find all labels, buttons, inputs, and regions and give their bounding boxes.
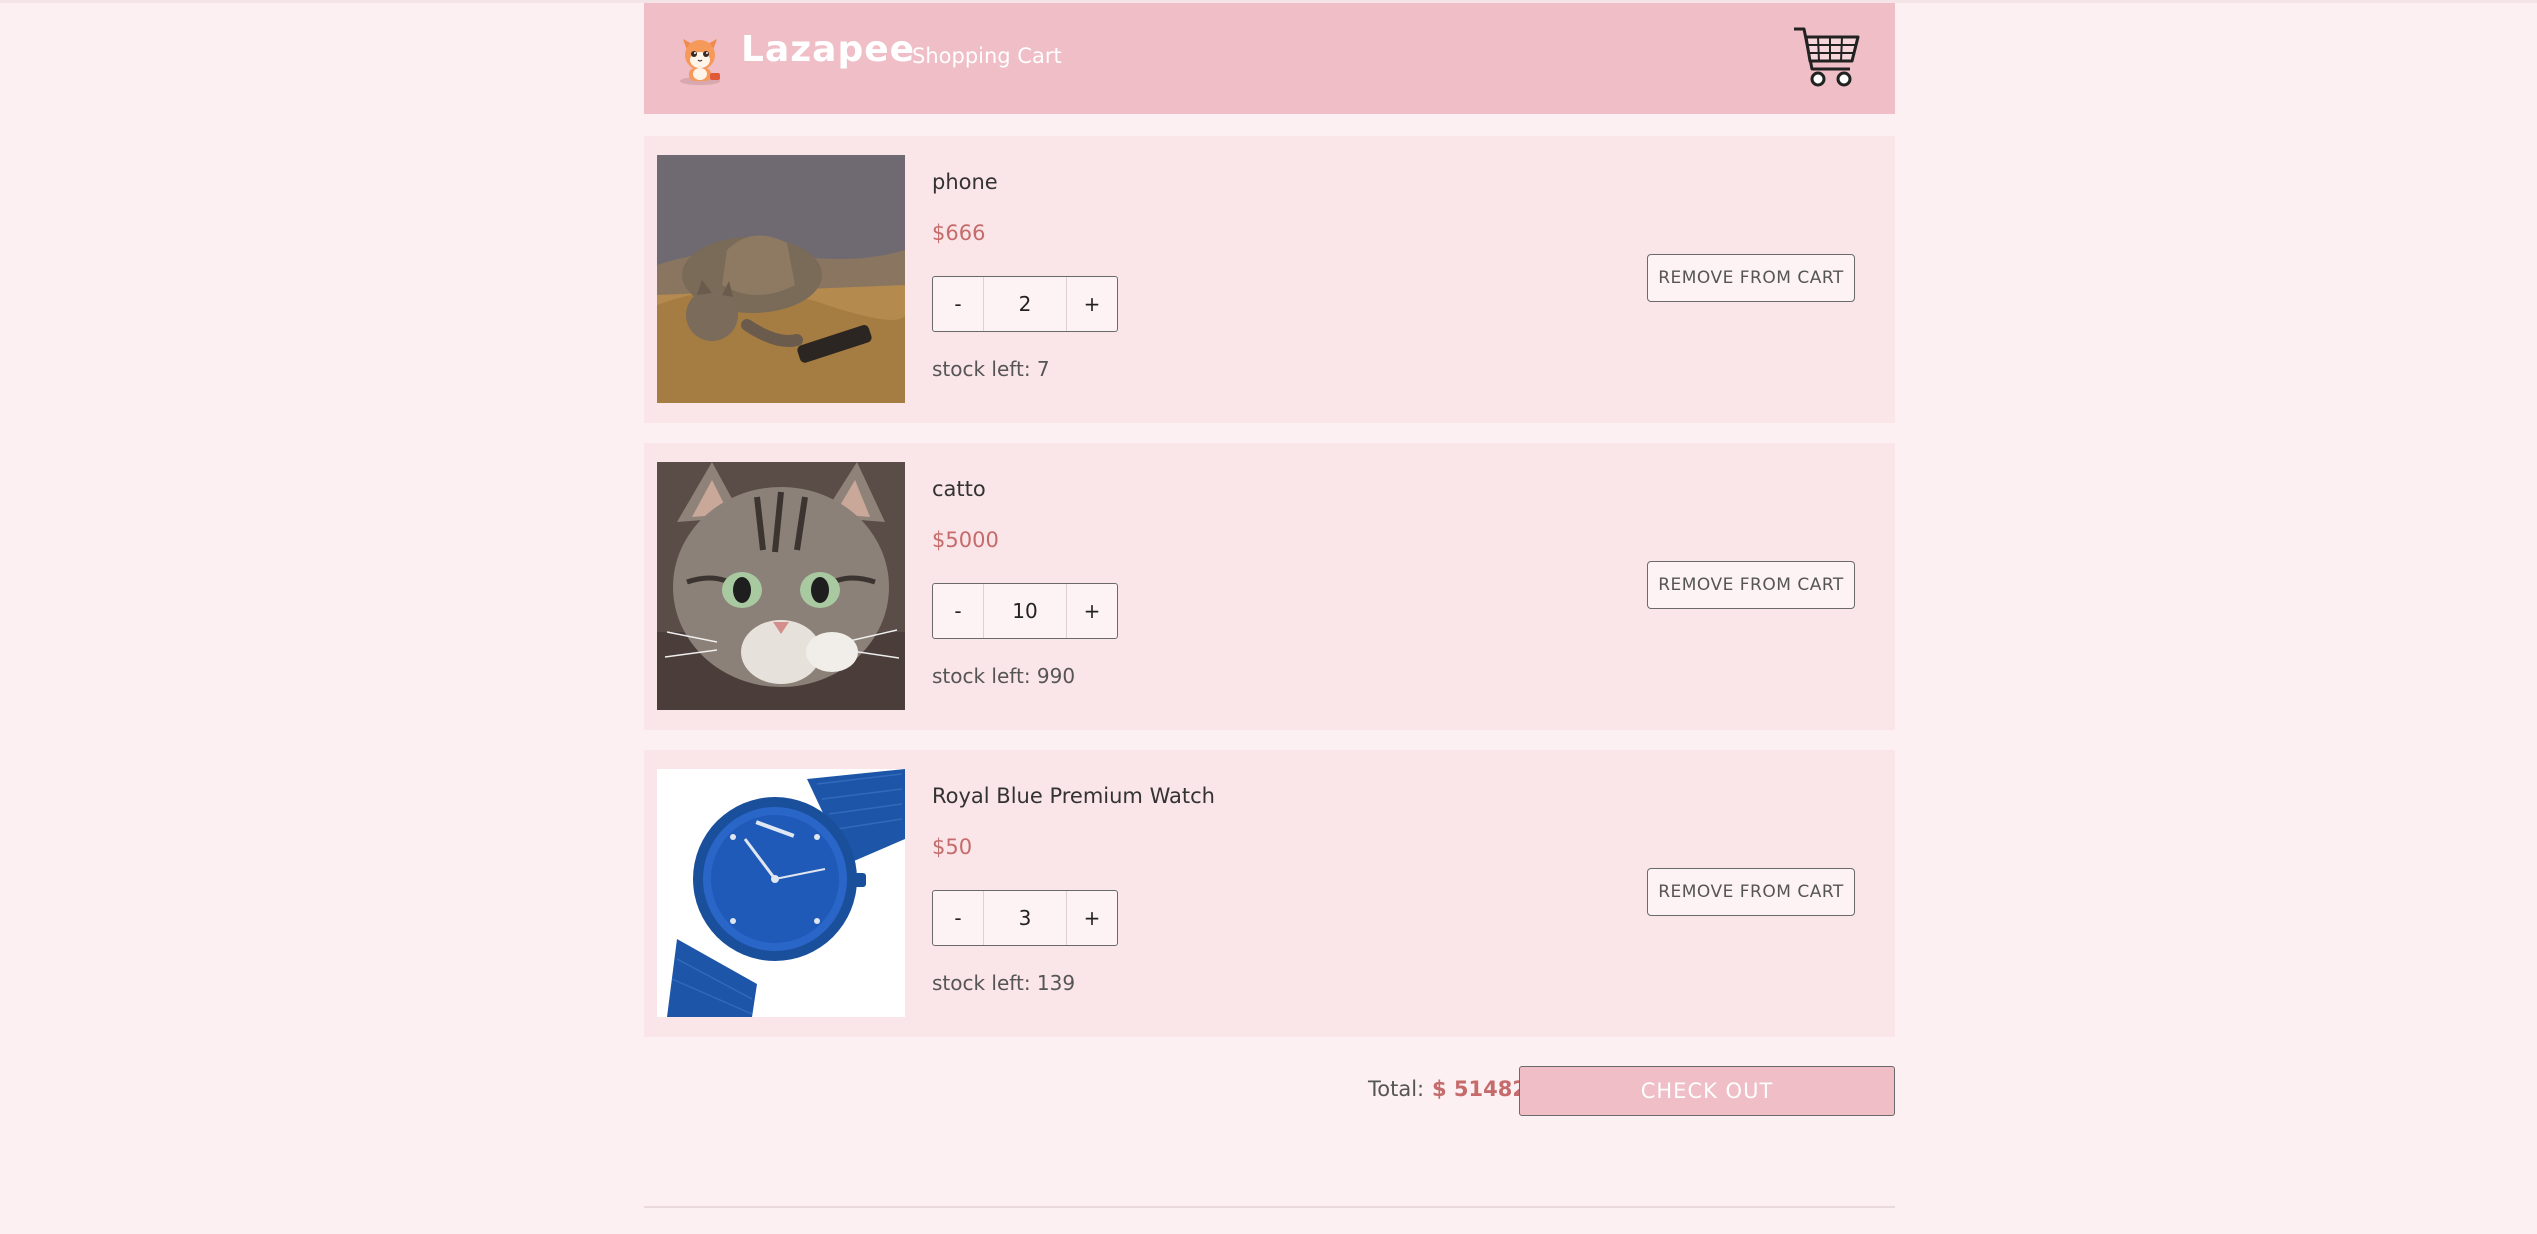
page-title: Shopping Cart <box>912 44 1062 68</box>
product-image-catto <box>657 462 905 710</box>
brand-name[interactable]: Lazapee <box>741 29 915 70</box>
remove-from-cart-button[interactable]: REMOVE FROM CART <box>1647 868 1855 916</box>
quantity-input[interactable] <box>984 891 1066 945</box>
item-price: $50 <box>932 835 973 859</box>
remove-from-cart-button[interactable]: REMOVE FROM CART <box>1647 561 1855 609</box>
decrease-quantity-button[interactable]: - <box>933 584 984 638</box>
quantity-stepper: - + <box>932 890 1118 946</box>
decrease-quantity-button[interactable]: - <box>933 891 984 945</box>
cart-item: Royal Blue Premium Watch $50 - + stock l… <box>644 750 1895 1037</box>
increase-quantity-button[interactable]: + <box>1066 584 1117 638</box>
decrease-quantity-button[interactable]: - <box>933 277 984 331</box>
item-price: $666 <box>932 221 986 245</box>
cart-item: catto $5000 - + stock left: 990 REMOVE F… <box>644 443 1895 730</box>
product-image-watch <box>657 769 905 1017</box>
quantity-stepper: - + <box>932 583 1118 639</box>
shopping-cart-icon[interactable] <box>1792 23 1862 95</box>
total-label: Total: <box>1368 1077 1425 1101</box>
increase-quantity-button[interactable]: + <box>1066 891 1117 945</box>
footer-divider <box>644 1206 1895 1208</box>
stock-left-text: stock left: 990 <box>932 664 1076 688</box>
item-name[interactable]: catto <box>932 477 986 501</box>
increase-quantity-button[interactable]: + <box>1066 277 1117 331</box>
stock-left-text: stock left: 7 <box>932 357 1050 381</box>
item-name[interactable]: Royal Blue Premium Watch <box>932 784 1215 808</box>
item-price: $5000 <box>932 528 999 552</box>
product-image-phone <box>657 155 905 403</box>
checkout-button[interactable]: CHECK OUT <box>1519 1066 1895 1116</box>
remove-from-cart-button[interactable]: REMOVE FROM CART <box>1647 254 1855 302</box>
header-bar: Lazapee Shopping Cart <box>644 3 1895 114</box>
stock-left-text: stock left: 139 <box>932 971 1076 995</box>
cart-item: phone $666 - + stock left: 7 REMOVE FROM… <box>644 136 1895 423</box>
quantity-input[interactable] <box>984 584 1066 638</box>
quantity-stepper: - + <box>932 276 1118 332</box>
item-name[interactable]: phone <box>932 170 998 194</box>
total-value: $ 51482 <box>1432 1077 1527 1101</box>
cat-mascot-logo[interactable] <box>674 29 726 87</box>
quantity-input[interactable] <box>984 277 1066 331</box>
